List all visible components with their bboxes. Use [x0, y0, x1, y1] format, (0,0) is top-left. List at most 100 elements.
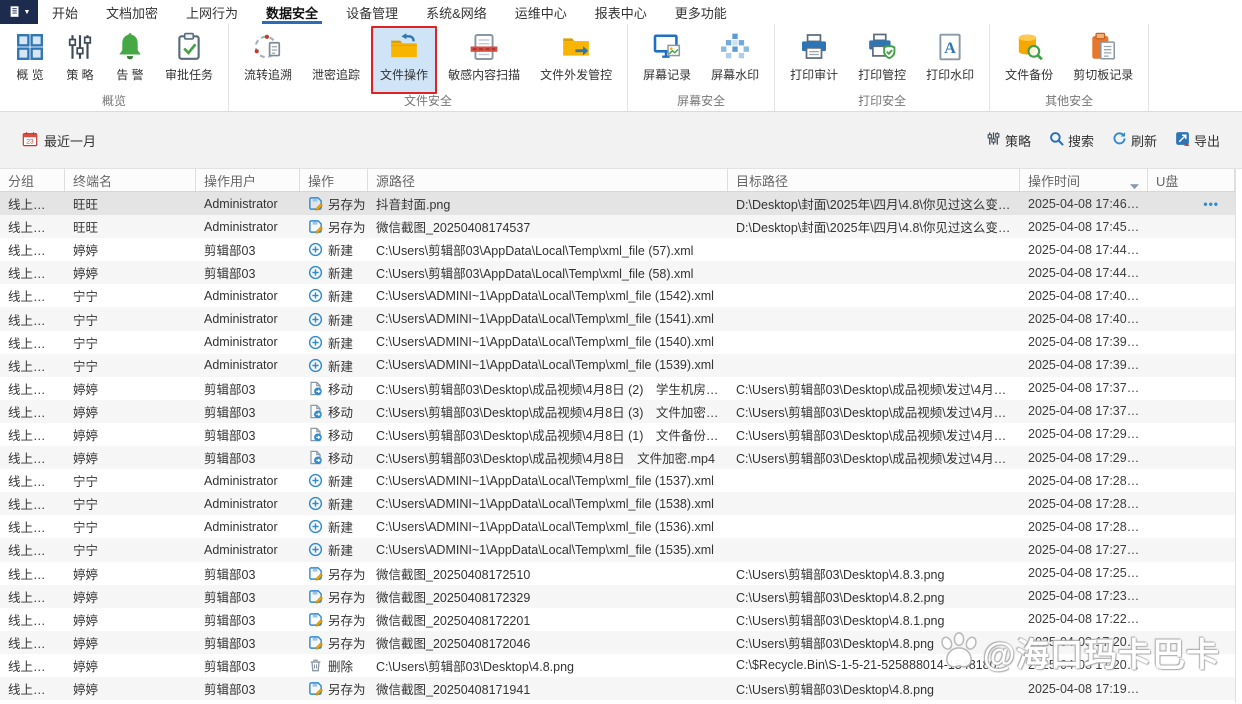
cell-source-path: C:\Users\剪辑部03\Desktop\成品视频\4月8日 (2) 学生机… — [376, 382, 728, 397]
ribbon-button-leak-cloud[interactable]: 泄密追踪 — [303, 26, 369, 94]
ribbon-button-screen-record[interactable]: 屏幕记录 — [634, 26, 700, 94]
ribbon-button-trace-flow[interactable]: 流转追溯 — [235, 26, 301, 94]
toolbar-action-refresh[interactable]: 刷新 — [1112, 131, 1157, 150]
toolbar-action-search[interactable]: 搜索 — [1049, 131, 1094, 150]
menu-item-7[interactable]: 运维中心 — [501, 0, 581, 24]
date-range-filter[interactable]: 23 最近一月 — [22, 131, 96, 150]
ribbon-group-items: 概 览 策 略 告 警 审批任务 — [3, 24, 225, 94]
menu-item-1[interactable]: 开始 — [38, 0, 92, 24]
operation-label: 移动 — [328, 382, 354, 397]
column-header-2[interactable]: 终端名 — [65, 169, 196, 191]
app-menu-button[interactable]: ▼ — [0, 0, 38, 24]
cell-terminal: 婷婷 — [73, 405, 99, 420]
print-audit-icon — [799, 32, 829, 62]
ribbon-group-2: 流转追溯 泄密追踪 文件操作 敏感内容扫描 文件外发管控 文件安全 — [229, 24, 629, 111]
row-actions-ellipsis[interactable]: ••• — [1203, 192, 1219, 215]
cell-terminal: 婷婷 — [73, 590, 99, 605]
ribbon-button-approval-clipboard[interactable]: 审批任务 — [156, 26, 222, 94]
chevron-down-icon[interactable] — [1130, 177, 1139, 189]
cell-operation: 移动 — [300, 402, 368, 421]
column-header-5[interactable]: 源路径 — [368, 169, 728, 191]
column-header-3[interactable]: 操作用户 — [196, 169, 300, 191]
print-control-icon — [867, 32, 897, 62]
table-row[interactable]: 线上演示 婷婷 剪辑部03 新建 C:\Users\剪辑部03\AppData\Loca… — [0, 238, 1235, 262]
table-row[interactable]: 线上演示 宁宁 Administrator 新建 C:\Users\ADMINI~1\A… — [0, 492, 1235, 516]
ribbon-group-items: 流转追溯 泄密追踪 文件操作 敏感内容扫描 文件外发管控 — [232, 24, 624, 94]
table-row[interactable]: 线上演示 婷婷 剪辑部03 另存为 微信截图_20250408171941 C:\User… — [0, 676, 1235, 701]
ribbon-button-overview-grid[interactable]: 概 览 — [6, 26, 54, 94]
column-header-8[interactable]: U盘 — [1148, 169, 1235, 191]
cell-user: Administrator — [204, 358, 278, 373]
table-row[interactable]: 线上演示 宁宁 Administrator 新建 C:\Users\ADMINI~1\A… — [0, 307, 1235, 331]
cell-target-path: D:\Desktop\封面\2025年\四月\4.8\你见过这么变态的电脑监..… — [736, 198, 1020, 213]
cell-source-path: C:\Users\ADMINI~1\AppData\Local\Temp\xml… — [376, 288, 714, 303]
cell-time: 2025-04-08 17:23:32 — [1028, 589, 1145, 604]
cell-operation: 另存为 — [300, 564, 368, 583]
table-row[interactable]: 线上演示 婷婷 剪辑部03 移动 C:\Users\剪辑部03\Desktop\成品视频… — [0, 376, 1235, 400]
sensitive-scan-icon — [469, 32, 499, 62]
table-row[interactable]: 线上演示 婷婷 剪辑部03 移动 C:\Users\剪辑部03\Desktop\成品视频… — [0, 399, 1235, 423]
ribbon-button-screen-watermark[interactable]: 屏幕水印 — [702, 26, 768, 94]
ribbon-button-file-backup[interactable]: 文件备份 — [996, 26, 1062, 94]
ribbon-button-policy-sliders[interactable]: 策 略 — [56, 26, 104, 94]
cell-user: Administrator — [204, 288, 278, 303]
ribbon-button-print-control[interactable]: 打印管控 — [849, 26, 915, 94]
table-row[interactable]: 线上演示 宁宁 Administrator 新建 C:\Users\ADMINI~1\A… — [0, 353, 1235, 377]
menu-item-3[interactable]: 上网行为 — [172, 0, 252, 24]
column-header-1[interactable]: 分组 — [0, 169, 65, 191]
menu-item-9[interactable]: 更多功能 — [661, 0, 741, 24]
table-row[interactable]: 线上演示 婷婷 剪辑部03 另存为 微信截图_20250408172329 C:\User… — [0, 584, 1235, 608]
table-row[interactable]: 线上演示 婷婷 剪辑部03 删除 C:\Users\剪辑部03\Desktop\4.8.… — [0, 653, 1235, 677]
cell-terminal: 宁宁 — [73, 359, 99, 374]
ribbon-button-file-operations-folder[interactable]: 文件操作 — [371, 26, 438, 94]
table-row[interactable]: 线上演示婷婷剪辑部03 — [0, 700, 1235, 703]
cell-source-path: C:\Users\ADMINI~1\AppData\Local\Temp\xml… — [376, 312, 714, 327]
cell-operation: 另存为 — [300, 587, 368, 606]
table-row[interactable]: 线上演示 旺旺 Administrator 另存为 微信截图_2025040817453… — [0, 215, 1235, 239]
cell-group: 线上演示 — [8, 221, 59, 236]
menu-item-4[interactable]: 数据安全 — [252, 0, 332, 24]
ribbon-button-label: 敏感内容扫描 — [448, 68, 521, 82]
table-row[interactable]: 线上演示 宁宁 Administrator 新建 C:\Users\ADMINI~1\A… — [0, 469, 1235, 493]
chevron-down-icon: ▼ — [23, 8, 31, 16]
menu-item-5[interactable]: 设备管理 — [332, 0, 412, 24]
table-row[interactable]: 线上演示 婷婷 剪辑部03 另存为 微信截图_20250408172510 C:\User… — [0, 561, 1235, 585]
table-row[interactable]: 线上演示 婷婷 剪辑部03 另存为 微信截图_20250408172201 C:\User… — [0, 607, 1235, 631]
export-icon — [1175, 131, 1190, 149]
screen-watermark-icon — [720, 32, 750, 62]
table-row[interactable]: 线上演示 宁宁 Administrator 新建 C:\Users\ADMINI~1\A… — [0, 515, 1235, 539]
column-header-6[interactable]: 目标路径 — [728, 169, 1020, 191]
cell-user: Administrator — [204, 312, 278, 327]
column-header-4[interactable]: 操作 — [300, 169, 368, 191]
table-body: 线上演示 旺旺 Administrator 另存为 抖音封面.png D:\Desktop… — [0, 192, 1235, 703]
ribbon-button-clipboard-record[interactable]: 剪切板记录 — [1064, 26, 1142, 94]
ribbon-button-print-watermark[interactable]: A 打印水印 — [917, 26, 983, 94]
table-row[interactable]: 线上演示 旺旺 Administrator 另存为 抖音封面.png D:\Desktop… — [0, 192, 1235, 216]
ribbon-button-label: 告 警 — [116, 68, 144, 82]
table-row[interactable]: 线上演示 婷婷 剪辑部03 移动 C:\Users\剪辑部03\Desktop\成品视频… — [0, 446, 1235, 470]
cell-target-path: C:\Users\剪辑部03\Desktop\成品视频\发过\4月8日 文件加.… — [736, 452, 1020, 467]
cell-operation: 新建 — [300, 333, 368, 352]
table-row[interactable]: 线上演示 宁宁 Administrator 新建 C:\Users\ADMINI~1\A… — [0, 330, 1235, 354]
column-header-7[interactable]: 操作时间 — [1020, 169, 1148, 191]
table-row[interactable]: 线上演示 婷婷 剪辑部03 移动 C:\Users\剪辑部03\Desktop\成品视频… — [0, 422, 1235, 447]
table-row[interactable]: 线上演示 婷婷 剪辑部03 新建 C:\Users\剪辑部03\AppData\Loca… — [0, 261, 1235, 285]
cell-time: 2025-04-08 17:29:24 — [1028, 427, 1145, 442]
search-icon — [1049, 131, 1064, 149]
table-row[interactable]: 线上演示 宁宁 Administrator 新建 C:\Users\ADMINI~1\A… — [0, 538, 1235, 562]
toolbar-action-export[interactable]: 导出 — [1175, 131, 1220, 150]
menu-item-2[interactable]: 文档加密 — [92, 0, 172, 24]
operation-label: 新建 — [328, 267, 354, 282]
menu-item-8[interactable]: 报表中心 — [581, 0, 661, 24]
ribbon-button-print-audit[interactable]: 打印审计 — [781, 26, 847, 94]
policy-sliders-icon — [65, 32, 95, 62]
ribbon-button-alert-bell[interactable]: 告 警 — [106, 26, 154, 94]
ribbon-button-file-outgoing-folder[interactable]: 文件外发管控 — [531, 26, 621, 94]
table-row[interactable]: 线上演示 婷婷 剪辑部03 另存为 微信截图_20250408172046 C:\User… — [0, 630, 1235, 654]
menu-item-6[interactable]: 系统&网络 — [412, 0, 501, 24]
ribbon-button-sensitive-scan[interactable]: 敏感内容扫描 — [439, 26, 529, 94]
toolbar-action-sliders-sm[interactable]: 策略 — [986, 131, 1031, 150]
cell-source-path: C:\Users\ADMINI~1\AppData\Local\Temp\xml… — [376, 358, 714, 373]
table-row[interactable]: 线上演示 宁宁 Administrator 新建 C:\Users\ADMINI~1\A… — [0, 284, 1235, 308]
cell-user: 剪辑部03 — [204, 636, 256, 651]
